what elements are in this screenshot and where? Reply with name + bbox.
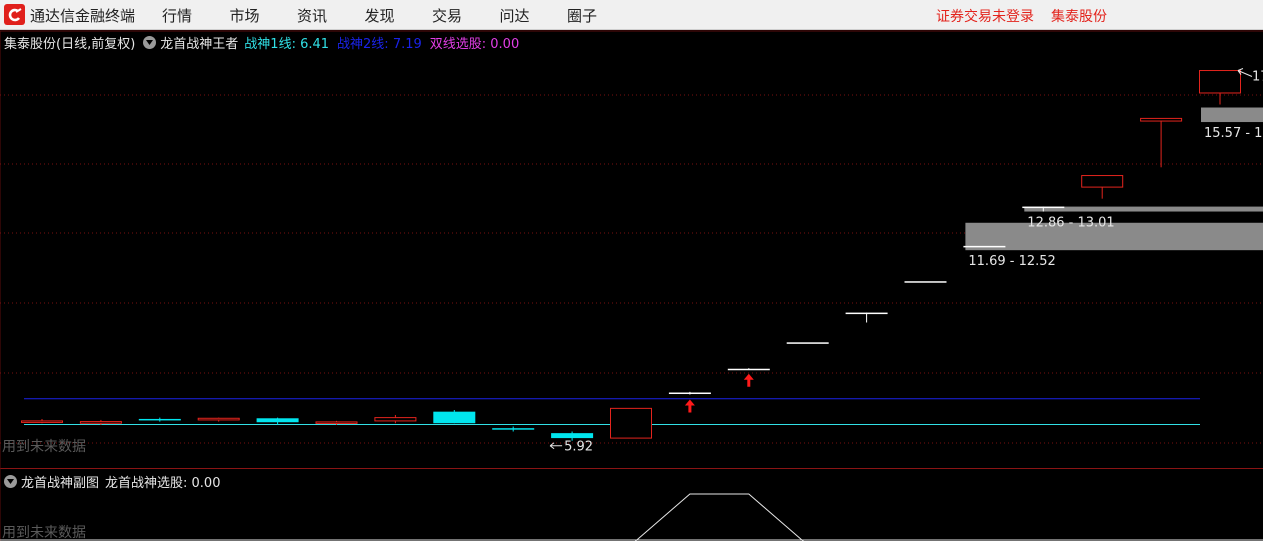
main-watermark: 用到未来数据 xyxy=(2,439,86,455)
candle-body xyxy=(1081,175,1124,188)
candle-body xyxy=(1140,117,1183,122)
candle-body xyxy=(433,411,476,424)
sub-chart xyxy=(0,493,1263,541)
candle-body xyxy=(256,418,299,423)
high-price-label: 17.13 xyxy=(1252,70,1263,85)
candle-body xyxy=(138,418,181,421)
candle-body xyxy=(374,417,417,422)
candle-13[interactable] xyxy=(786,342,829,344)
candle-body xyxy=(551,433,594,439)
candle-body xyxy=(1199,70,1241,94)
price-labels: 5.92 17.13 xyxy=(549,68,1263,455)
low-price-label: 5.92 xyxy=(564,440,593,455)
candle-11[interactable] xyxy=(668,391,711,395)
candle-4[interactable] xyxy=(256,417,299,425)
sub-indicator-value: 龙首战神选股: 0.00 xyxy=(105,475,221,491)
buy-signal-arrow-1 xyxy=(743,373,754,387)
sub-watermark: 用到未来数据 xyxy=(2,525,86,541)
sub-series-line xyxy=(634,493,804,541)
candle-18[interactable] xyxy=(1081,175,1124,199)
candle-body xyxy=(727,368,770,371)
candle-15[interactable] xyxy=(904,281,947,283)
candle-20[interactable] xyxy=(1199,70,1241,105)
candle-body xyxy=(79,421,122,424)
price-zone-2 xyxy=(1201,107,1263,123)
candle-12[interactable] xyxy=(727,368,770,371)
candle-3[interactable] xyxy=(197,417,240,422)
candle-body xyxy=(668,392,711,395)
candle-body xyxy=(963,245,1006,248)
sub-indicator-dropdown-icon[interactable] xyxy=(4,474,17,488)
candle-7[interactable] xyxy=(433,410,476,424)
price-zone-label-2: 15.57 - 16.01 xyxy=(1204,126,1263,141)
candle-body xyxy=(845,312,888,315)
candle-body xyxy=(197,417,240,421)
candle-10[interactable] xyxy=(610,407,652,439)
candle-14[interactable] xyxy=(845,312,888,323)
candle-body xyxy=(21,420,63,423)
sub-chart-header: 龙首战神副图 龙首战神选股: 0.00 xyxy=(4,472,221,491)
main-chart-header: 集泰股份(日线,前复权) 龙首战神王者 战神1线: 6.41 战神2线: 7.1… xyxy=(4,33,520,52)
line2-value: 战神2线: 7.19 xyxy=(337,36,422,52)
price-zone-label-1: 12.86 - 13.01 xyxy=(1027,216,1114,231)
candle-16[interactable] xyxy=(963,245,1006,248)
dual-line-pick-value: 双线选股: 0.00 xyxy=(429,36,520,52)
candle-6[interactable] xyxy=(374,414,417,424)
indicator-dropdown-icon[interactable] xyxy=(143,35,157,49)
candle-0[interactable] xyxy=(21,418,63,424)
grid-lines xyxy=(0,30,1263,541)
candle-8[interactable] xyxy=(492,426,535,432)
candle-body xyxy=(786,342,829,344)
main-indicator-name[interactable]: 龙首战神王者 xyxy=(160,33,238,52)
line1-value: 战神1线: 6.41 xyxy=(244,36,330,52)
price-zones: 11.69 - 12.52 12.86 - 13.01 15.57 - 16.01 xyxy=(965,107,1263,269)
candle-body xyxy=(1022,206,1065,209)
candle-19[interactable] xyxy=(1140,117,1183,168)
candlestick-chart[interactable]: 11.69 - 12.5212.86 - 13.0115.57 - 16.01 … xyxy=(0,0,1263,541)
candle-body xyxy=(904,281,947,283)
sub-indicator-name[interactable]: 龙首战神副图 xyxy=(21,472,99,491)
candle-body xyxy=(492,428,535,430)
candles[interactable] xyxy=(21,70,1241,441)
candle-body xyxy=(610,407,652,439)
low-label-arrow xyxy=(549,442,563,450)
stock-title: 集泰股份(日线,前复权) xyxy=(4,36,136,52)
buy-signal-arrow-0 xyxy=(684,399,695,413)
candle-2[interactable] xyxy=(138,417,181,422)
price-zone-label-0: 11.69 - 12.52 xyxy=(968,254,1055,269)
candle-body xyxy=(315,421,358,424)
